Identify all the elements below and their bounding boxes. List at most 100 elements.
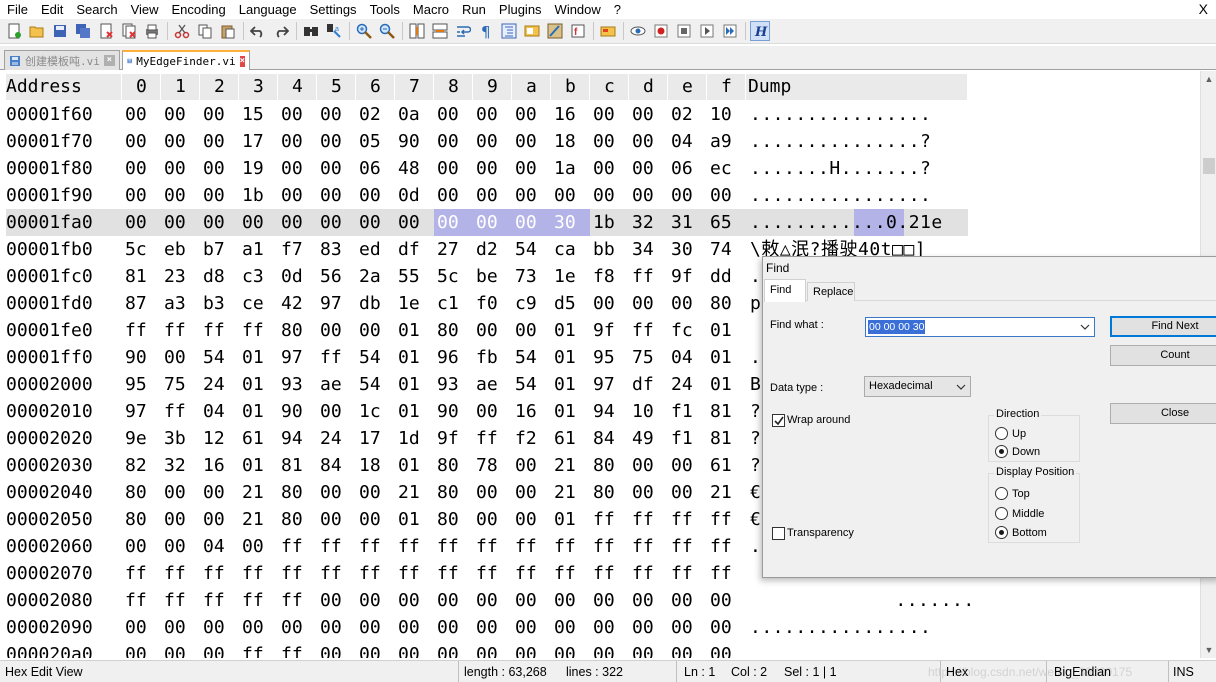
hex-byte-cell[interactable]: 30: [551, 209, 590, 236]
hex-byte-cell[interactable]: 00: [512, 614, 551, 641]
hex-byte-cell[interactable]: ff: [512, 533, 551, 560]
hex-byte-cell[interactable]: ae: [473, 371, 512, 398]
hex-byte-cell[interactable]: ff: [668, 506, 707, 533]
hex-byte-cell[interactable]: 80: [122, 506, 161, 533]
hex-byte-cell[interactable]: 21: [239, 506, 278, 533]
hex-byte-cell[interactable]: 54: [512, 236, 551, 263]
row-dump[interactable]: ...............?: [750, 128, 931, 155]
hex-byte-cell[interactable]: 00: [161, 479, 200, 506]
hex-byte-cell[interactable]: 97: [590, 371, 629, 398]
hex-byte-cell[interactable]: 05: [356, 128, 395, 155]
hex-byte-cell[interactable]: 00: [629, 641, 668, 658]
direction-down-radio[interactable]: Down: [995, 444, 1040, 459]
hex-byte-cell[interactable]: 00: [122, 182, 161, 209]
row-dump[interactable]: €: [750, 479, 761, 506]
hex-byte-cell[interactable]: 80: [434, 479, 473, 506]
row-dump[interactable]: €: [750, 506, 761, 533]
hex-byte-cell[interactable]: 1c: [356, 398, 395, 425]
hex-byte-cell[interactable]: 00: [434, 614, 473, 641]
hex-byte-cell[interactable]: 00: [161, 614, 200, 641]
hex-byte-cell[interactable]: ff: [161, 560, 200, 587]
hex-byte-cell[interactable]: 00: [668, 182, 707, 209]
hex-byte-cell[interactable]: 61: [551, 425, 590, 452]
hex-byte-cell[interactable]: 0d: [278, 263, 317, 290]
hex-byte-cell[interactable]: 00: [356, 182, 395, 209]
hex-byte-cell[interactable]: ff: [629, 533, 668, 560]
folder-workspace-icon[interactable]: f: [568, 21, 588, 41]
hex-row[interactable]: 00001f80 00 00 00 19 00 00 06 48 00 00 00 1a 00 00 06 ec…: [6, 155, 968, 182]
hex-byte-cell[interactable]: 80: [278, 506, 317, 533]
tab-replace[interactable]: Replace: [807, 282, 855, 301]
hex-byte-cell[interactable]: 00: [473, 182, 512, 209]
hex-byte-cell[interactable]: 00: [590, 182, 629, 209]
hex-byte-cell[interactable]: ff: [395, 560, 434, 587]
hex-byte-cell[interactable]: 00: [317, 479, 356, 506]
hex-byte-cell[interactable]: 00: [356, 479, 395, 506]
hex-byte-cell[interactable]: 01: [707, 344, 746, 371]
hex-byte-cell[interactable]: 21: [239, 479, 278, 506]
hex-byte-cell[interactable]: 00: [395, 209, 434, 236]
row-dump[interactable]: ?: [750, 425, 761, 452]
hex-byte-cell[interactable]: ff: [512, 560, 551, 587]
hex-byte-cell[interactable]: ff: [473, 533, 512, 560]
save-macro-icon[interactable]: [720, 21, 740, 41]
find-icon[interactable]: [301, 21, 321, 41]
hex-byte-cell[interactable]: 00: [434, 101, 473, 128]
hex-byte-cell[interactable]: 00: [512, 101, 551, 128]
hex-byte-cell[interactable]: ff: [278, 560, 317, 587]
hex-byte-cell[interactable]: 00: [551, 614, 590, 641]
hex-byte-cell[interactable]: 04: [200, 398, 239, 425]
row-dump[interactable]: ................: [750, 182, 931, 209]
hex-byte-cell[interactable]: 00: [629, 101, 668, 128]
doc-map-icon[interactable]: [522, 21, 542, 41]
hex-byte-cell[interactable]: 04: [668, 128, 707, 155]
hex-byte-cell[interactable]: 00: [356, 209, 395, 236]
menu-tools[interactable]: Tools: [363, 0, 406, 19]
hex-byte-cell[interactable]: 00: [356, 506, 395, 533]
tab-find[interactable]: Find: [764, 279, 806, 302]
hex-editor-icon[interactable]: H: [750, 21, 770, 41]
hex-byte-cell[interactable]: ff: [356, 560, 395, 587]
hex-byte-cell[interactable]: 32: [629, 209, 668, 236]
hex-byte-cell[interactable]: ff: [473, 425, 512, 452]
hex-byte-cell[interactable]: 54: [512, 344, 551, 371]
hex-byte-cell[interactable]: 34: [629, 236, 668, 263]
hex-byte-cell[interactable]: 80: [590, 452, 629, 479]
undo-icon[interactable]: [248, 21, 268, 41]
menu-settings[interactable]: Settings: [303, 0, 363, 19]
hex-byte-cell[interactable]: ff: [590, 533, 629, 560]
hex-byte-cell[interactable]: 00: [200, 155, 239, 182]
hex-byte-cell[interactable]: 00: [239, 209, 278, 236]
hex-byte-cell[interactable]: 54: [200, 344, 239, 371]
hex-byte-cell[interactable]: 06: [668, 155, 707, 182]
hex-byte-cell[interactable]: 00: [161, 506, 200, 533]
hex-byte-cell[interactable]: 73: [512, 263, 551, 290]
hex-byte-cell[interactable]: 00: [590, 155, 629, 182]
zoom-in-icon[interactable]: [354, 21, 374, 41]
menu-help[interactable]: ?: [607, 0, 627, 19]
hex-byte-cell[interactable]: ff: [707, 533, 746, 560]
open-file-icon[interactable]: [27, 21, 47, 41]
hex-byte-cell[interactable]: 00: [512, 452, 551, 479]
hex-byte-cell[interactable]: 00: [278, 101, 317, 128]
monitor-icon[interactable]: [598, 21, 618, 41]
hex-byte-cell[interactable]: 02: [668, 101, 707, 128]
hex-byte-cell[interactable]: ff: [707, 560, 746, 587]
hex-byte-cell[interactable]: 0d: [395, 182, 434, 209]
hex-byte-cell[interactable]: 00: [395, 587, 434, 614]
hex-byte-cell[interactable]: ff: [200, 560, 239, 587]
hex-byte-cell[interactable]: 48: [395, 155, 434, 182]
hex-byte-cell[interactable]: 00: [395, 614, 434, 641]
hex-byte-cell[interactable]: 1e: [395, 290, 434, 317]
hex-byte-cell[interactable]: 01: [551, 398, 590, 425]
hex-byte-cell[interactable]: ff: [629, 317, 668, 344]
hex-byte-cell[interactable]: 00: [473, 614, 512, 641]
hex-byte-cell[interactable]: 00: [122, 128, 161, 155]
hex-byte-cell[interactable]: 00: [707, 182, 746, 209]
word-wrap-icon[interactable]: [453, 21, 473, 41]
hex-byte-cell[interactable]: ff: [551, 533, 590, 560]
hex-byte-cell[interactable]: 90: [122, 344, 161, 371]
hex-byte-cell[interactable]: 00: [512, 317, 551, 344]
hex-byte-cell[interactable]: 90: [434, 398, 473, 425]
menu-edit[interactable]: Edit: [34, 0, 69, 19]
